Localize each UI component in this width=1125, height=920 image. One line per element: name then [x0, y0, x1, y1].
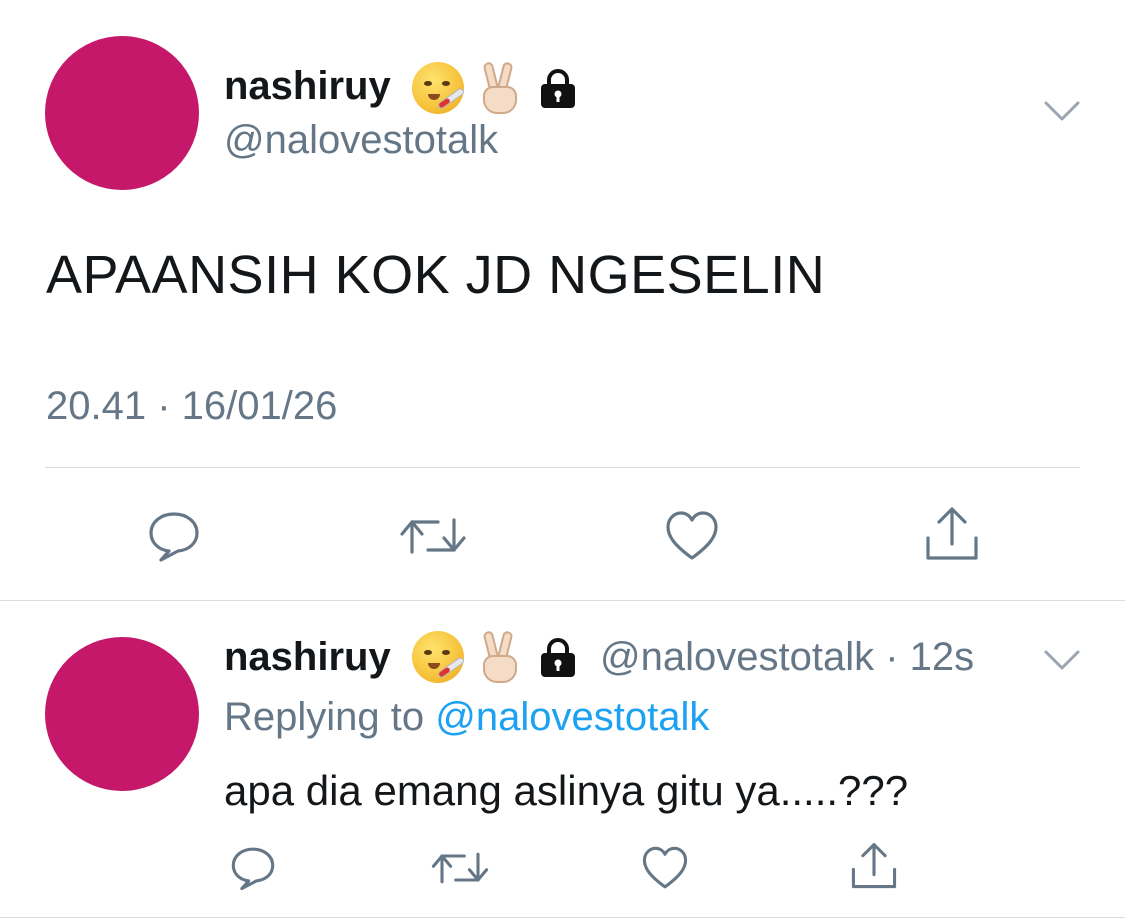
lock-icon [541, 69, 575, 108]
replying-to: Replying to @nalovestotalk [224, 695, 709, 740]
replying-prefix: Replying to [224, 695, 425, 739]
face-with-thermometer-emoji [412, 62, 466, 114]
like-button[interactable] [664, 508, 720, 564]
reply-button[interactable] [229, 844, 277, 892]
handle-and-time[interactable]: @nalovestotalk · 12s [600, 635, 974, 680]
reply-icon [149, 512, 199, 562]
name-badges [412, 629, 580, 685]
like-button[interactable] [641, 844, 689, 892]
divider [45, 467, 1080, 468]
avatar[interactable] [45, 637, 199, 791]
reply-tweet[interactable]: nashiruy @nalovestotalk · 12s Replying t… [0, 601, 1125, 920]
face-with-thermometer-emoji [412, 631, 466, 683]
victory-hand-emoji [478, 629, 522, 685]
tweet-text: APAANSIH KOK JD NGESELIN [46, 245, 826, 305]
display-name[interactable]: nashiruy [224, 64, 391, 109]
retweet-icon [400, 518, 466, 554]
retweet-button[interactable] [430, 844, 490, 892]
main-tweet: nashiruy @nalovestotalk APAANSIH KOK JD … [0, 0, 1125, 600]
victory-hand-emoji [478, 60, 522, 116]
like-icon [642, 846, 688, 889]
retweet-button[interactable] [398, 508, 468, 564]
lock-icon [541, 638, 575, 677]
chevron-down-icon[interactable] [1044, 100, 1080, 122]
reply-icon [231, 847, 275, 891]
replying-mention-link[interactable]: @nalovestotalk [435, 695, 709, 739]
avatar[interactable] [45, 36, 199, 190]
share-button[interactable] [850, 840, 898, 892]
display-name[interactable]: nashiruy [224, 635, 391, 680]
divider [0, 917, 1125, 918]
chevron-down-icon[interactable] [1044, 649, 1080, 671]
timestamp[interactable]: 20.41 · 16/01/26 [46, 384, 337, 429]
share-icon [851, 843, 897, 889]
share-icon [926, 507, 978, 560]
reply-button[interactable] [146, 508, 202, 564]
handle[interactable]: @nalovestotalk [224, 118, 498, 163]
share-button[interactable] [924, 504, 980, 564]
like-icon [666, 511, 718, 560]
tweet-text: apa dia emang aslinya gitu ya.....??? [224, 767, 909, 814]
name-badges [412, 60, 580, 116]
retweet-icon [431, 852, 489, 884]
